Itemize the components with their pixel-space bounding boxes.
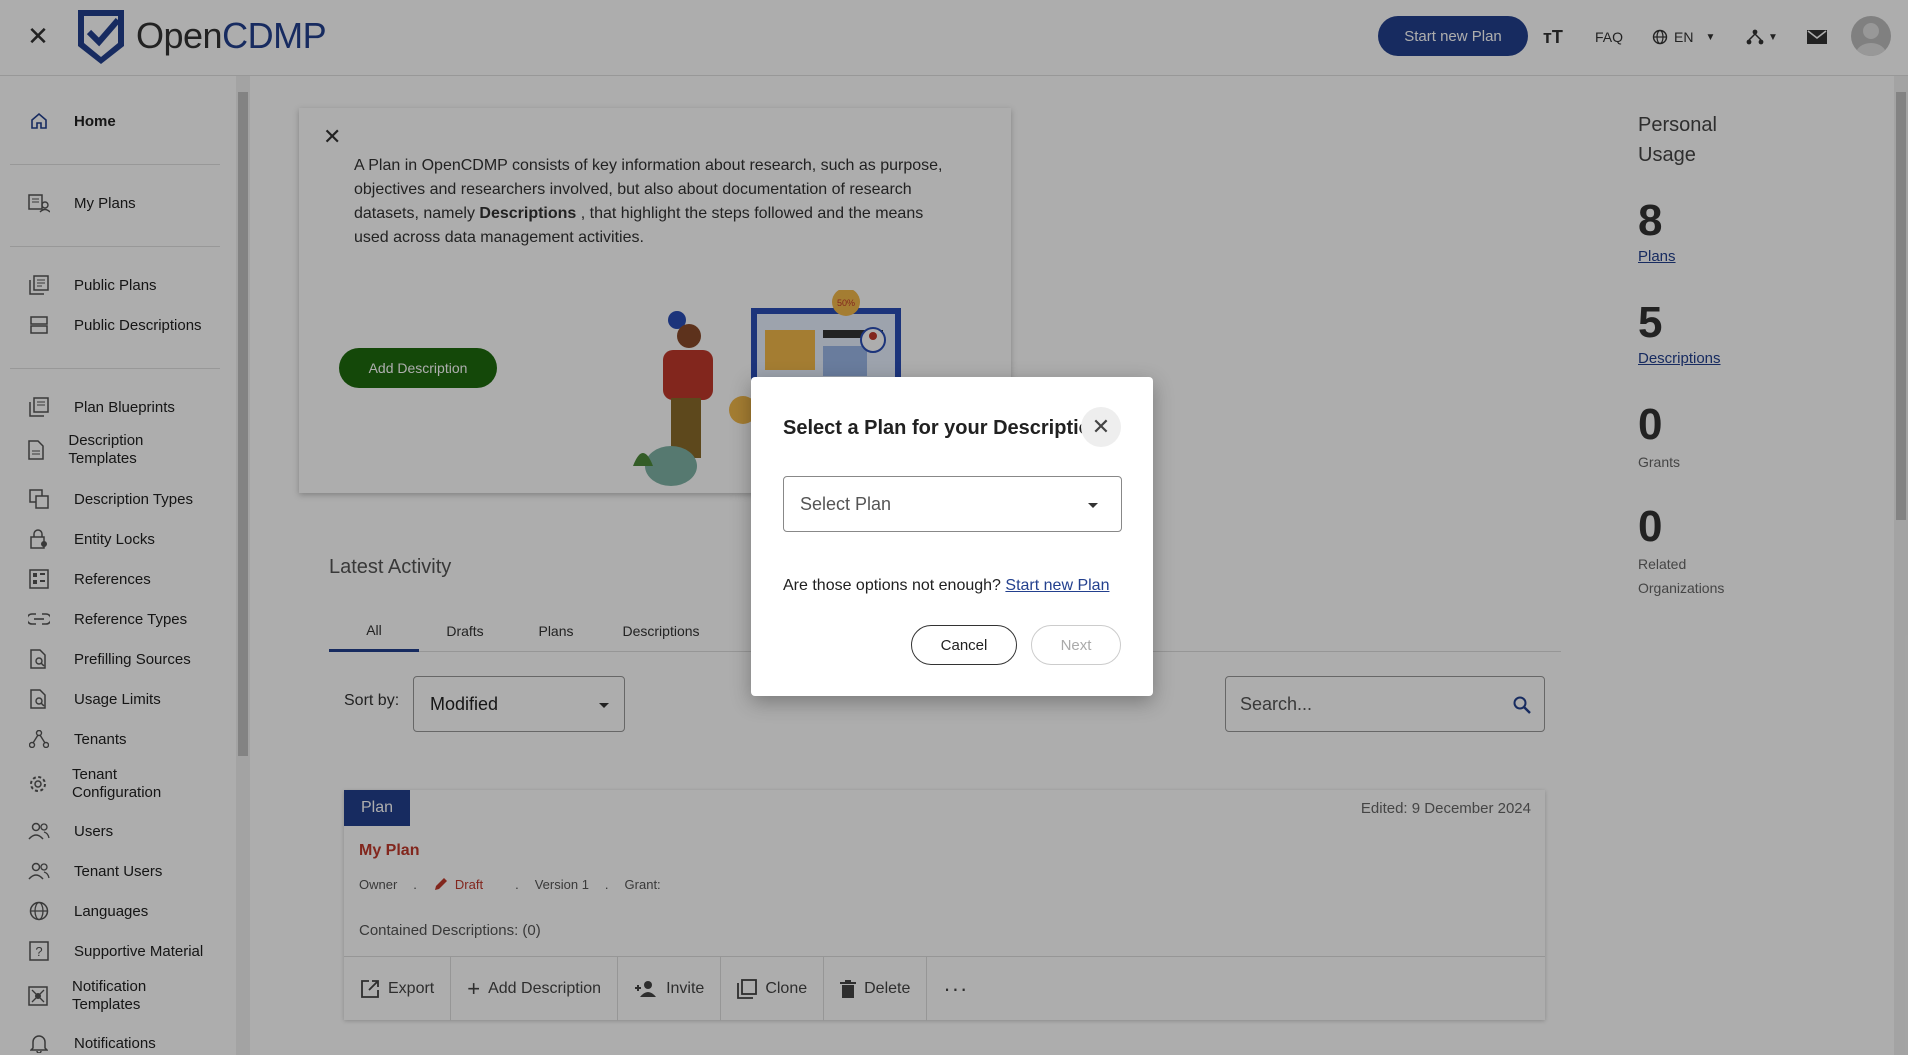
select-plan-dialog: Select a Plan for your Description ✕ Sel… — [751, 377, 1153, 696]
dialog-close-icon[interactable]: ✕ — [1081, 407, 1121, 447]
dialog-title: Select a Plan for your Description — [783, 417, 1104, 439]
select-plan-dropdown[interactable]: Select Plan — [783, 476, 1122, 532]
next-button[interactable]: Next — [1031, 625, 1121, 665]
cancel-button[interactable]: Cancel — [911, 625, 1017, 665]
dialog-hint: Are those options not enough? Start new … — [783, 577, 1110, 594]
start-new-plan-link[interactable]: Start new Plan — [1005, 577, 1109, 594]
chevron-down-icon — [1088, 503, 1098, 508]
